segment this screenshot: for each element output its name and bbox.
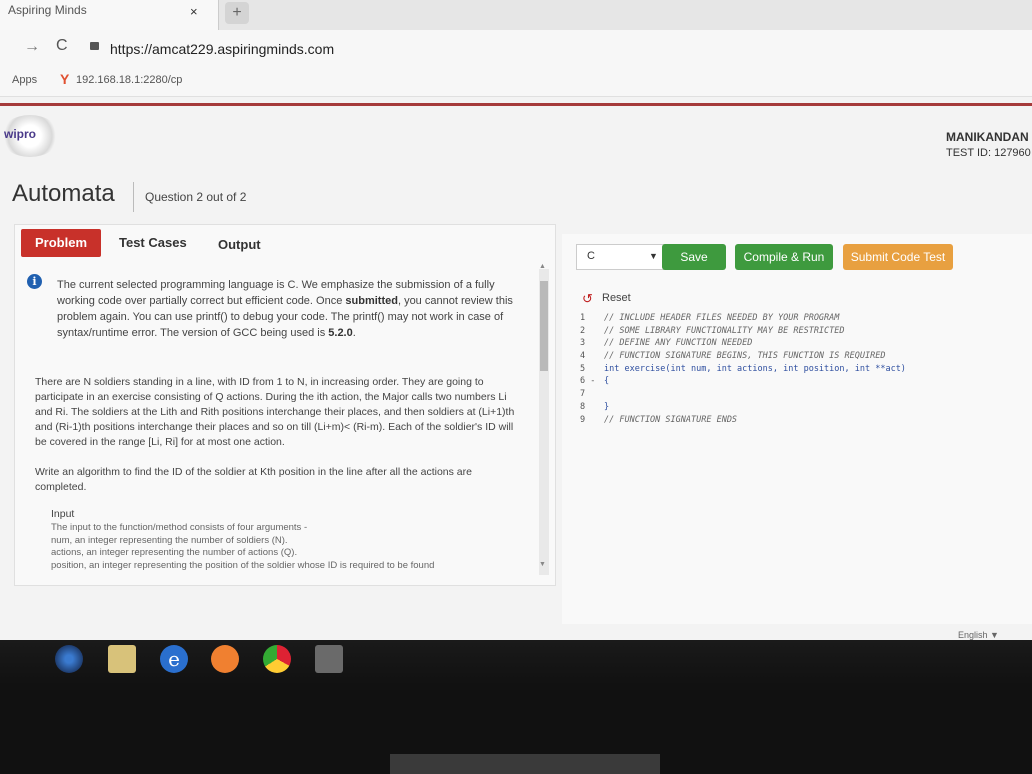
line-number: 6 - [580,376,596,387]
input-desc-line: position, an integer representing the po… [51,559,435,571]
code-line[interactable]: 8} [580,401,1030,414]
question-counter: Question 2 out of 2 [145,190,247,204]
code-text: // FUNCTION SIGNATURE BEGINS, THIS FUNCT… [604,351,886,362]
media-player-icon[interactable] [211,645,239,673]
start-orb-icon[interactable] [55,645,83,673]
notice-bold-submitted: submitted [345,295,398,307]
code-text: } [604,401,610,412]
close-icon[interactable]: × [190,4,198,19]
compile-run-button[interactable]: Compile & Run [735,244,833,270]
windows-taskbar: e [0,640,1032,685]
browser-tab[interactable]: Aspiring Minds × [0,0,219,30]
test-id: TEST ID: 127960 [946,147,1031,159]
notice-bold-version: 5.2.0 [328,327,353,339]
input-heading: Input [51,508,75,520]
chevron-down-icon: ▼ [649,251,658,261]
line-number: 7 [580,389,586,400]
tab-test-cases[interactable]: Test Cases [119,235,187,250]
code-text: // SOME LIBRARY FUNCTIONALITY MAY BE RES… [604,325,845,336]
monitor-stand [390,754,660,774]
bookmarks-bar: Apps Y 192.168.18.1:2280/cp [0,68,1032,97]
header-accent-line [0,103,1032,106]
code-line[interactable]: 5 int exercise(int num, int actions, int … [580,363,1030,376]
code-line[interactable]: 4 // FUNCTION SIGNATURE BEGINS, THIS FUNC… [580,350,1030,363]
reset-button[interactable]: Reset [602,292,631,304]
language-select[interactable]: C ▼ [576,244,666,270]
notice-text-3: . [352,327,356,339]
bookmark-link[interactable]: 192.168.18.1:2280/cp [76,74,182,86]
logo-text: wipro [4,127,36,141]
input-desc-line: num, an integer representing the number … [51,534,288,546]
page-title: Automata [12,180,115,207]
line-number: 4 [580,351,586,362]
save-button[interactable]: Save [662,244,726,270]
problem-task: Write an algorithm to find the ID of the… [35,466,472,493]
submit-code-button[interactable]: Submit Code Test [843,244,953,270]
line-number: 2 [580,325,586,336]
code-text: // FUNCTION SIGNATURE ENDS [604,414,738,425]
browser-tabbar: Aspiring Minds × + [0,0,1032,30]
address-bar: → C https://amcat229.aspiringminds.com [0,30,1032,69]
internet-explorer-icon[interactable]: e [160,645,188,673]
code-line[interactable]: 2 // SOME LIBRARY FUNCTIONALITY MAY BE RE… [580,325,1030,338]
forward-arrow-icon[interactable]: → [24,38,40,56]
line-number: 8 [580,401,586,412]
line-number: 9 [580,414,586,425]
scroll-down-icon[interactable]: ▼ [539,561,546,568]
problem-pane: Problem Test Cases Output i The current … [14,224,556,586]
scroll-up-icon[interactable]: ▲ [539,263,546,270]
chrome-icon[interactable] [263,645,291,673]
folder-icon[interactable] [108,645,136,673]
code-line[interactable]: 1 // INCLUDE HEADER FILES NEEDED BY YOUR … [580,312,1030,325]
monitor-screen: Aspiring Minds × + → C https://amcat229.… [0,0,1032,685]
tab-problem[interactable]: Problem [21,229,101,257]
editor-pane: C ▼ Save Compile & Run Submit Code Test … [562,234,1032,624]
line-number: 1 [580,313,586,323]
paint-icon[interactable] [315,645,343,673]
line-number: 3 [580,338,586,349]
code-text: int exercise(int num, int actions, int p… [604,363,906,374]
new-tab-button[interactable]: + [225,2,249,24]
language-notice: The current selected programming languag… [57,277,527,341]
lock-icon [90,42,99,50]
input-desc-line: The input to the function/method consist… [51,522,308,533]
user-name: MANIKANDAN [946,130,1029,144]
input-desc-line: actions, an integer representing the num… [51,547,298,558]
code-line[interactable]: 9 // FUNCTION SIGNATURE ENDS [580,414,1030,427]
code-text: { [604,376,610,387]
code-line[interactable]: 6 - { [580,375,1030,388]
reload-icon[interactable]: C [56,37,68,55]
line-number: 5 [580,363,586,374]
reset-icon[interactable]: ↺ [582,291,593,307]
problem-statement: There are N soldiers standing in a line,… [35,376,515,448]
apps-shortcut[interactable]: Apps [12,74,37,86]
info-icon: i [27,274,42,289]
code-line[interactable]: 3 // DEFINE ANY FUNCTION NEEDED [580,337,1030,350]
problem-scrollbar-thumb[interactable] [540,281,548,371]
code-line[interactable]: 7 [580,388,1030,401]
code-text: // INCLUDE HEADER FILES NEEDED BY YOUR P… [604,313,840,323]
footer-language-select[interactable]: English ▼ [958,630,999,640]
wipro-logo: wipro [0,115,60,157]
language-select-value: C [587,250,595,262]
code-text: // DEFINE ANY FUNCTION NEEDED [604,338,753,349]
tab-title: Aspiring Minds [8,3,87,17]
bookmark-favicon-icon: Y [60,71,70,87]
title-divider [133,182,134,212]
url-field[interactable]: https://amcat229.aspiringminds.com [110,41,334,57]
input-description: The input to the function/method consist… [51,522,521,572]
code-editor[interactable]: 1 // INCLUDE HEADER FILES NEEDED BY YOUR … [580,312,1030,426]
tab-output[interactable]: Output [218,237,261,252]
